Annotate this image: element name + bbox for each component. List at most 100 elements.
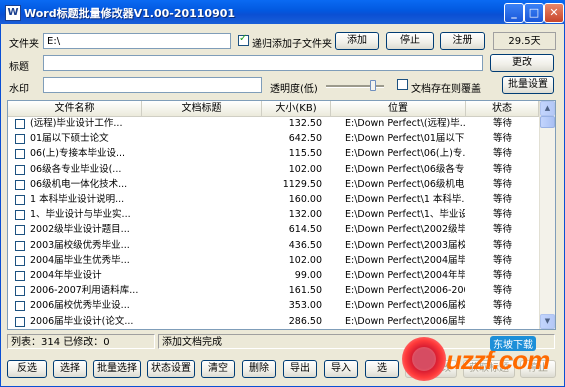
cell-size: 115.50 — [288, 148, 322, 160]
overwrite-checkbox[interactable] — [397, 79, 408, 90]
cell-title — [142, 147, 262, 161]
row-checkbox[interactable] — [15, 255, 25, 266]
table-row[interactable]: 2004届毕业生优秀毕... 102.00 E:\Down Perfect\2004… — [8, 254, 539, 268]
watermark-label: 水印 — [9, 84, 29, 95]
cell-loc: E:\Down Perfect\1、毕业设... — [345, 209, 465, 221]
table-row[interactable]: (远程)毕业设计工作... 132.50 E:\Down Perfect\(远程)毕… — [8, 117, 539, 131]
title-bar[interactable]: W Word标题批量修改器V1.00-20110901 _ □ ✕ — [0, 0, 565, 24]
invert-button[interactable]: 反选 — [7, 360, 47, 378]
column-header-size[interactable]: 大小(KB) — [262, 101, 331, 116]
table-row[interactable]: 2006届校优秀毕业设... 353.00 E:\Down Perfect\2006… — [8, 299, 539, 313]
table-row[interactable]: 06(上)专接本毕业设... 115.50 E:\Down Perfect\06(上… — [8, 147, 539, 161]
table-row[interactable]: 06级各专业毕业设(... 102.00 E:\Down Perfect\06级各专… — [8, 163, 539, 177]
overwrite-label: 文档存在则覆盖 — [411, 84, 481, 95]
table-row[interactable]: 2002级毕业设计题目... 614.50 E:\Down Perfect\2002… — [8, 223, 539, 237]
cell-status: 等待 — [492, 178, 512, 190]
cell-name: 2004年毕业设计 — [30, 270, 102, 281]
folder-input[interactable]: E:\ — [43, 33, 231, 49]
row-checkbox[interactable] — [15, 225, 25, 236]
cell-status: 等待 — [492, 209, 512, 221]
row-checkbox[interactable] — [15, 210, 25, 221]
cell-status: 等待 — [492, 315, 512, 327]
title-input[interactable] — [43, 55, 483, 71]
scroll-down-arrow[interactable]: ▼ — [540, 314, 555, 329]
cell-status: 等待 — [492, 224, 512, 236]
table-row[interactable]: 1 本科毕业设计说明... 160.00 E:\Down Perfect\1 本科毕… — [8, 193, 539, 207]
cell-title — [142, 178, 262, 192]
column-header-location[interactable]: 位置 — [331, 101, 466, 116]
cell-loc: E:\Down Perfect\06(上)专... — [345, 148, 465, 160]
cell-status: 等待 — [492, 270, 512, 281]
import-button[interactable]: 导入 — [324, 360, 358, 378]
cell-loc: E:\Down Perfect\06级机电... — [345, 178, 465, 190]
row-checkbox[interactable] — [15, 240, 25, 251]
cell-loc: E:\Down Perfect\2006届校... — [345, 300, 465, 312]
clear-button[interactable]: 清空 — [201, 360, 235, 378]
scroll-up-arrow[interactable]: ▲ — [540, 101, 555, 116]
row-checkbox[interactable] — [15, 164, 25, 175]
row-checkbox[interactable] — [15, 149, 25, 160]
cell-title — [142, 269, 262, 283]
cell-name: 06级各专业毕业设(... — [30, 163, 122, 175]
row-checkbox[interactable] — [15, 286, 25, 297]
cell-name: 1 本科毕业设计说明... — [30, 194, 125, 205]
close-button[interactable]: ✕ — [544, 3, 564, 23]
column-header-title[interactable]: 文档标题 — [142, 101, 262, 116]
change-button[interactable]: 更改 — [490, 54, 554, 72]
batch-settings-button[interactable]: 批量设置 — [502, 76, 554, 94]
cell-loc: E:\Down Perfect\1 本科毕... — [345, 194, 465, 205]
watermark-input[interactable] — [43, 77, 262, 93]
cell-name: (远程)毕业设计工作... — [30, 118, 123, 129]
cell-loc: E:\Down Perfect\2003届校... — [345, 239, 465, 251]
file-list[interactable]: 文件名称 文档标题 大小(KB) 位置 状态 (远程)毕业设计工作... 132.… — [7, 100, 556, 330]
trial-days: 29.5天 — [493, 32, 556, 50]
row-checkbox[interactable] — [15, 119, 25, 129]
cell-loc: E:\Down Perfect\01届以下... — [345, 133, 465, 145]
cell-size: 614.50 — [288, 224, 322, 236]
delete-button[interactable]: 删除 — [242, 360, 276, 378]
cell-name: 2003届校级优秀毕业... — [30, 239, 130, 251]
transparency-label: 透明度(低) — [270, 84, 318, 95]
skip-button[interactable]: 选 — [365, 360, 399, 378]
cell-loc: E:\Down Perfect\2002级毕... — [345, 224, 465, 236]
minimize-button[interactable]: _ — [504, 3, 524, 23]
transparency-slider-thumb[interactable] — [370, 80, 377, 91]
recursive-label: 递归添加子文件夹 — [252, 39, 332, 50]
add-button[interactable]: 添加 — [335, 32, 379, 50]
table-row[interactable]: 2004年毕业设计 99.00 E:\Down Perfect\2004年毕... 等… — [8, 269, 539, 283]
row-checkbox[interactable] — [15, 179, 25, 190]
table-row[interactable]: 06级机电一体化技术... 1129.50 E:\Down Perfect\06级机… — [8, 178, 539, 192]
column-header-status[interactable]: 状态 — [466, 101, 539, 116]
table-row[interactable]: 1、毕业设计与毕业实... 132.00 E:\Down Perfect\1、毕业设… — [8, 208, 539, 222]
list-scrollbar[interactable]: ▲ ▼ — [539, 101, 555, 329]
maximize-button[interactable]: □ — [524, 3, 544, 23]
table-row[interactable]: 2006届毕业设计(论文... 286.50 E:\Down Perfect\200… — [8, 315, 539, 329]
scroll-thumb[interactable] — [540, 116, 555, 128]
stop-button[interactable]: 停止 — [386, 32, 434, 50]
table-row[interactable]: 01届以下硕士论文 642.50 E:\Down Perfect\01届以下... 等… — [8, 132, 539, 146]
row-checkbox[interactable] — [15, 301, 25, 312]
cell-status: 等待 — [492, 300, 512, 312]
export-button[interactable]: 导出 — [283, 360, 317, 378]
cell-title — [142, 284, 262, 298]
batch-select-button[interactable]: 批量选择 — [93, 360, 141, 378]
table-row[interactable]: 2003届校级优秀毕业... 436.50 E:\Down Perfect\2003… — [8, 239, 539, 253]
title-label: 标题 — [9, 62, 29, 73]
cell-title — [142, 163, 262, 177]
recursive-checkbox[interactable] — [238, 33, 249, 46]
app-icon: W — [5, 5, 21, 21]
state-settings-button[interactable]: 状态设置 — [147, 360, 195, 378]
table-row[interactable]: 2006-2007利用语料库... 161.50 E:\Down Perfect\2… — [8, 284, 539, 298]
cell-title — [142, 193, 262, 207]
cell-title — [142, 315, 262, 329]
cell-loc: E:\Down Perfect\2004届毕... — [345, 254, 465, 266]
row-checkbox[interactable] — [15, 134, 25, 145]
row-checkbox[interactable] — [15, 271, 25, 281]
register-button[interactable]: 注册 — [440, 32, 485, 50]
cell-size: 161.50 — [288, 285, 322, 297]
select-button[interactable]: 选择 — [53, 360, 87, 378]
column-header-filename[interactable]: 文件名称 — [8, 101, 142, 116]
cell-name: 2004届毕业生优秀毕... — [30, 254, 130, 266]
row-checkbox[interactable] — [15, 316, 25, 327]
row-checkbox[interactable] — [15, 195, 25, 205]
